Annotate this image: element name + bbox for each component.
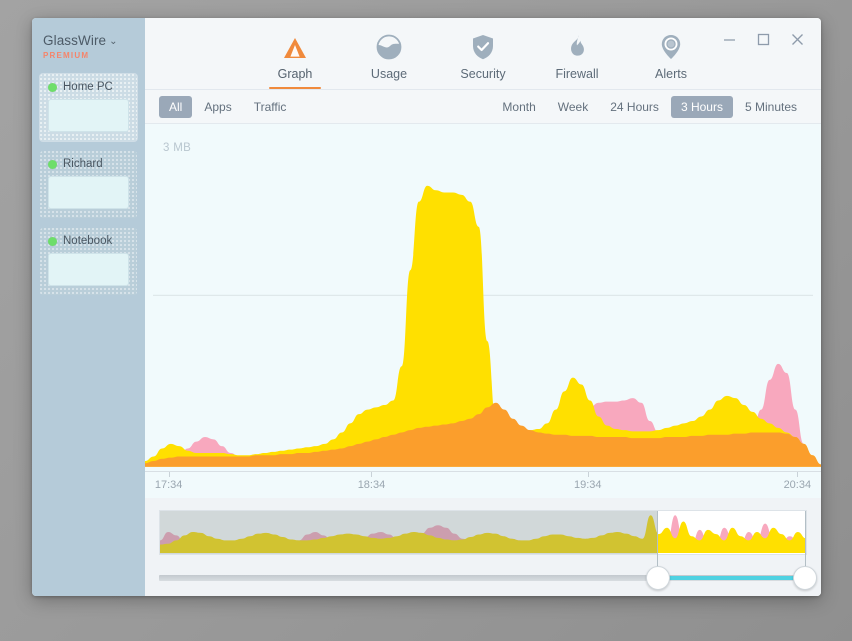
nav-item-label: Graph: [278, 67, 313, 81]
filter-5-minutes[interactable]: 5 Minutes: [735, 96, 807, 118]
x-axis-label: 17:34: [155, 479, 183, 491]
brand-name: GlassWire: [43, 33, 106, 48]
traffic-graph-svg: [145, 124, 821, 498]
x-axis-tick: [169, 472, 170, 477]
slider-handle-right[interactable]: [793, 566, 817, 590]
overview-chart[interactable]: [159, 510, 807, 555]
nav-item-label: Usage: [371, 67, 407, 81]
status-dot-icon: [48, 160, 57, 169]
nav-item-label: Alerts: [655, 67, 687, 81]
nav-item-label: Firewall: [555, 67, 598, 81]
timeline-scrubber: [145, 498, 821, 596]
filter-month[interactable]: Month: [492, 96, 545, 118]
y-axis-label: 3 MB: [163, 142, 191, 154]
slider-handle-left[interactable]: [646, 566, 670, 590]
glasswire-window: GlassWire⌄ PREMIUM Home PC Richard Noteboo…: [32, 18, 821, 596]
nav-item-graph[interactable]: Graph: [260, 30, 330, 89]
window-controls: [715, 28, 811, 50]
device-card-richard[interactable]: Richard: [40, 151, 137, 218]
x-axis-label: 19:34: [574, 479, 602, 491]
brand-block[interactable]: GlassWire⌄ PREMIUM: [32, 32, 145, 60]
filter-traffic[interactable]: Traffic: [244, 96, 297, 118]
overview-series-yellow: [160, 515, 806, 553]
x-axis-label: 18:34: [358, 479, 386, 491]
alerts-pin-icon: [659, 30, 683, 60]
overview-chart-svg: [160, 511, 806, 554]
nav-item-security[interactable]: Security: [448, 30, 518, 89]
main-panel: Graph Usage Security Firewall Alerts AllApps…: [145, 18, 821, 596]
sidebar: GlassWire⌄ PREMIUM Home PC Richard Noteboo…: [32, 18, 145, 596]
filter-3-hours[interactable]: 3 Hours: [671, 96, 733, 118]
filter-week[interactable]: Week: [548, 96, 598, 118]
filter-bar: AllAppsTraffic MonthWeek24 Hours3 Hours5…: [145, 90, 821, 124]
filter-all[interactable]: All: [159, 96, 192, 118]
slider-selected-track[interactable]: [658, 576, 807, 580]
firewall-flame-icon: [566, 30, 588, 60]
usage-circle-wave-icon: [376, 30, 402, 60]
device-card-notebook[interactable]: Notebook: [40, 228, 137, 295]
nav-active-indicator: [269, 87, 321, 89]
premium-badge: PREMIUM: [43, 51, 145, 60]
filter-apps[interactable]: Apps: [194, 96, 241, 118]
graph-mountain-icon: [282, 30, 308, 60]
traffic-graph[interactable]: 3 MB 17:34 18:34 19:34 20:34: [145, 124, 821, 498]
device-header: Richard: [48, 158, 129, 170]
x-axis: 17:34 18:34 19:34 20:34: [145, 471, 821, 498]
nav-item-firewall[interactable]: Firewall: [542, 30, 612, 89]
nav-item-alerts[interactable]: Alerts: [636, 30, 706, 89]
device-mini-graph: [48, 99, 129, 132]
status-dot-icon: [48, 83, 57, 92]
view-filter-group: AllAppsTraffic: [159, 96, 296, 118]
security-shield-check-icon: [471, 30, 495, 60]
device-list: Home PC Richard Notebook: [32, 74, 145, 295]
nav-item-label: Security: [460, 67, 505, 81]
device-label: Home PC: [63, 81, 113, 93]
status-dot-icon: [48, 237, 57, 246]
filter-24-hours[interactable]: 24 Hours: [600, 96, 669, 118]
device-mini-graph: [48, 253, 129, 286]
maximize-button[interactable]: [749, 28, 777, 50]
x-axis-label: 20:34: [784, 479, 812, 491]
range-slider[interactable]: [159, 563, 807, 593]
minimize-button[interactable]: [715, 28, 743, 50]
device-header: Home PC: [48, 81, 129, 93]
device-header: Notebook: [48, 235, 129, 247]
chevron-down-icon[interactable]: ⌄: [109, 36, 117, 47]
desktop-background: GlassWire⌄ PREMIUM Home PC Richard Noteboo…: [0, 0, 852, 641]
nav-item-usage[interactable]: Usage: [354, 30, 424, 89]
device-mini-graph: [48, 176, 129, 209]
close-button[interactable]: [783, 28, 811, 50]
x-axis-tick: [588, 472, 589, 477]
x-axis-tick: [797, 472, 798, 477]
time-range-group: MonthWeek24 Hours3 Hours5 Minutes: [492, 96, 807, 118]
device-card-home-pc[interactable]: Home PC: [40, 74, 137, 141]
x-axis-tick: [371, 472, 372, 477]
device-label: Richard: [63, 158, 103, 170]
device-label: Notebook: [63, 235, 112, 247]
